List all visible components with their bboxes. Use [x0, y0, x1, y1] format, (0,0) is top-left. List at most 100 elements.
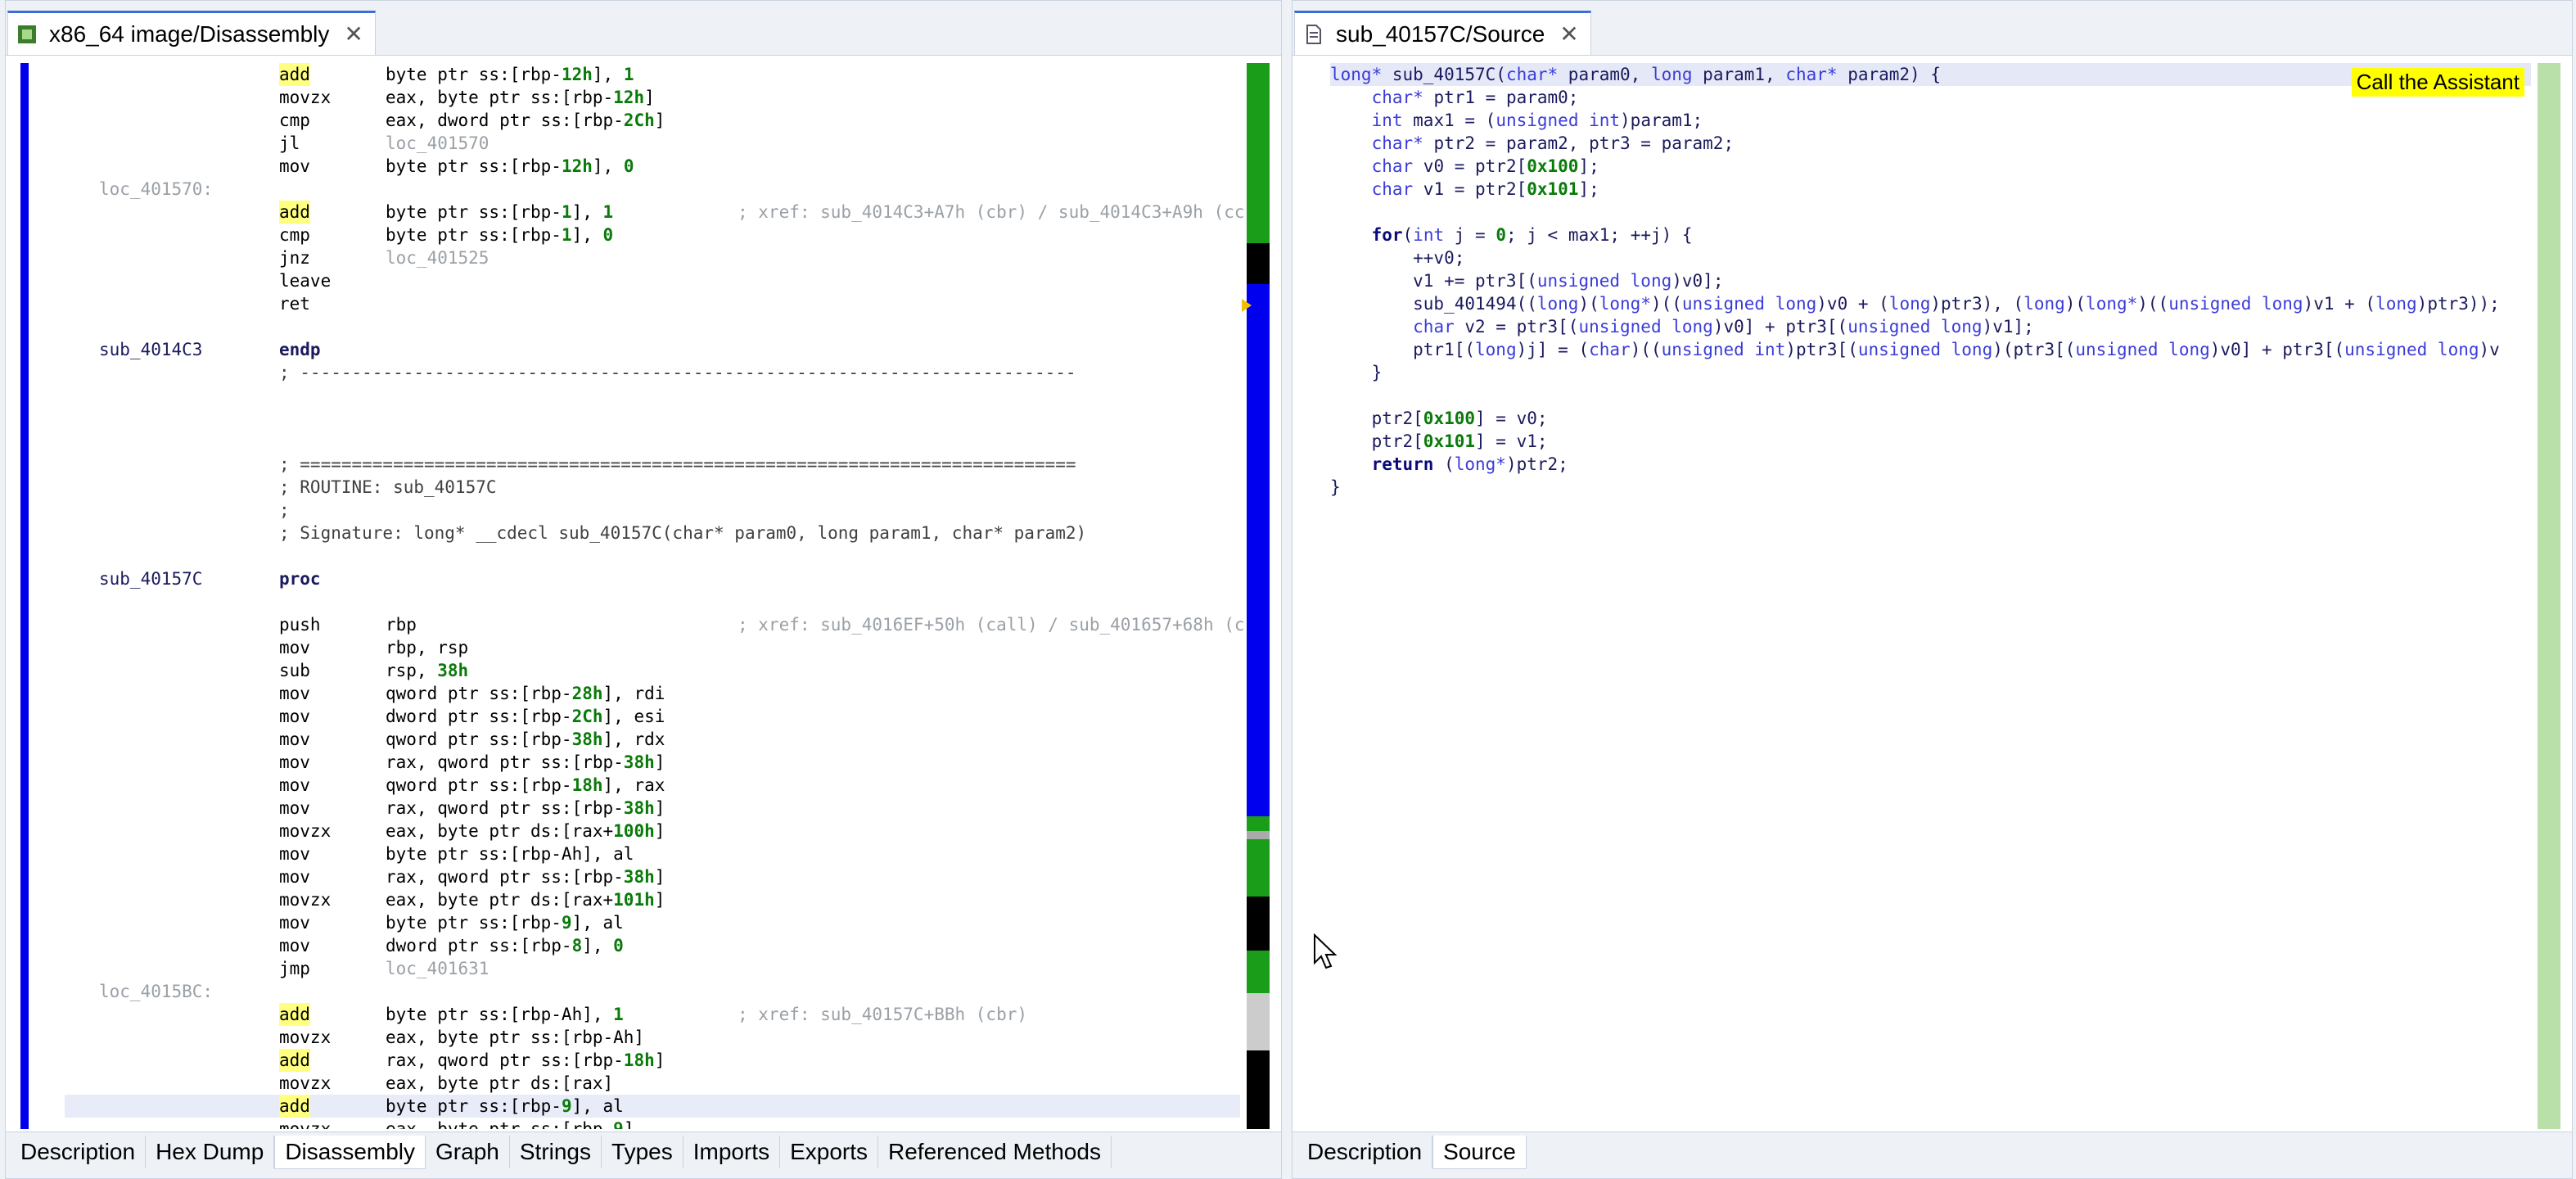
source-line[interactable]: char v0 = ptr2[0x100]; — [1330, 155, 1599, 178]
tab-description[interactable]: Description — [11, 1136, 147, 1168]
disassembly-line[interactable]: mov rax, qword ptr ss:[rbp-38h] — [65, 865, 1240, 888]
tab-description[interactable]: Description — [1297, 1136, 1433, 1168]
comment-text: ; ======================================… — [279, 454, 1076, 474]
mnemonic: leave — [279, 271, 332, 291]
xref-comment: ; xref: sub_40157C+BBh (cbr) — [738, 1005, 1028, 1024]
disassembly-line[interactable]: cmp eax, dword ptr ss:[rbp-2Ch] — [65, 109, 1240, 132]
disassembly-line[interactable]: mov byte ptr ss:[rbp-12h], 0 — [65, 155, 1240, 178]
disassembly-line[interactable]: cmp byte ptr ss:[rbp-1], 0 — [65, 224, 1240, 246]
mnemonic: mov — [279, 156, 310, 176]
disassembly-line[interactable]: movzx eax, byte ptr ss:[rbp-9] — [65, 1118, 1240, 1129]
tab-source[interactable]: Source — [1432, 1136, 1527, 1169]
close-icon[interactable]: ✕ — [344, 20, 363, 47]
source-line[interactable]: } — [1330, 361, 1383, 384]
disassembly-line[interactable]: mov rax, qword ptr ss:[rbp-38h] — [65, 797, 1240, 820]
tab-disassembly-document[interactable]: x86_64 image/Disassembly ✕ — [7, 11, 376, 55]
source-line[interactable]: ptr2[0x100] = v0; — [1330, 407, 1548, 430]
disassembly-line[interactable]: sub rsp, 38h — [65, 659, 1240, 682]
source-line[interactable]: ++v0; — [1330, 246, 1464, 269]
source-view[interactable]: long* sub_40157C(char* param0, long para… — [1301, 63, 2564, 1129]
close-icon[interactable]: ✕ — [1559, 20, 1578, 47]
disassembly-line[interactable]: mov qword ptr ss:[rbp-28h], rdi — [65, 682, 1240, 705]
disassembly-line[interactable]: add byte ptr ss:[rbp-9], al — [65, 1095, 1240, 1118]
disassembly-line[interactable]: mov dword ptr ss:[rbp-2Ch], esi — [65, 705, 1240, 728]
source-overview-ruler[interactable] — [2538, 63, 2560, 1129]
tab-graph[interactable]: Graph — [426, 1136, 510, 1168]
mnemonic: movzx — [279, 890, 332, 910]
disassembly-line[interactable] — [65, 590, 1240, 613]
mnemonic: add — [279, 1003, 310, 1026]
disassembly-line[interactable]: jnz loc_401525 — [65, 246, 1240, 269]
disassembly-line[interactable]: add byte ptr ss:[rbp-Ah], 1 ; xref: sub_40… — [65, 1003, 1240, 1026]
tab-disassembly[interactable]: Disassembly — [274, 1136, 426, 1169]
tab-hex-dump[interactable]: Hex Dump — [146, 1136, 275, 1168]
disassembly-line[interactable]: add byte ptr ss:[rbp-1], 1 ; xref: sub_401… — [65, 201, 1245, 224]
disassembly-line[interactable] — [65, 315, 1240, 338]
disassembly-line[interactable]: push rbp ; xref: sub_4016EF+50h (call) / s… — [65, 613, 1245, 636]
disassembly-line[interactable]: movzx eax, byte ptr ds:[rax+101h] — [65, 888, 1240, 911]
source-line[interactable]: char* ptr2 = param2, ptr3 = param2; — [1330, 132, 1735, 155]
tab-types[interactable]: Types — [602, 1136, 683, 1168]
tab-source-document[interactable]: sub_40157C/Source ✕ — [1294, 11, 1591, 55]
source-line[interactable]: sub_401494((long)(long*)((unsigned long)… — [1330, 292, 2500, 315]
source-line[interactable]: ptr2[0x101] = v1; — [1330, 430, 1548, 453]
disassembly-line[interactable]: movzx eax, byte ptr ss:[rbp-Ah] — [65, 1026, 1240, 1049]
disassembly-view[interactable]: add byte ptr ss:[rbp-12h], 1 movzx eax, byt… — [12, 63, 1273, 1129]
tab-exports[interactable]: Exports — [780, 1136, 879, 1168]
disassembly-line[interactable]: mov qword ptr ss:[rbp-18h], rax — [65, 774, 1240, 797]
disassembly-line[interactable]: ; — [65, 499, 1240, 522]
disassembly-line[interactable]: loc_401570: — [65, 178, 1240, 201]
mnemonic: movzx — [279, 1119, 332, 1129]
source-line[interactable]: char* ptr1 = param0; — [1330, 86, 1579, 109]
address-label[interactable]: sub_40157C — [99, 567, 202, 590]
operands: eax, byte ptr ss:[rbp-9] — [386, 1119, 634, 1129]
disassembly-line[interactable]: movzx eax, byte ptr ds:[rax] — [65, 1072, 1240, 1095]
disassembly-line[interactable]: ; --------------------------------------… — [65, 361, 1240, 384]
call-assistant-button[interactable]: Call the Assistant — [2351, 68, 2524, 97]
disassembly-line[interactable]: mov byte ptr ss:[rbp-Ah], al — [65, 842, 1240, 865]
disassembly-line[interactable]: movzx eax, byte ptr ds:[rax+100h] — [65, 820, 1240, 842]
tab-imports[interactable]: Imports — [683, 1136, 781, 1168]
disassembly-line[interactable]: jl loc_401570 — [65, 132, 1240, 155]
disassembly-line[interactable]: mov byte ptr ss:[rbp-9], al — [65, 911, 1240, 934]
disassembly-line[interactable]: leave — [65, 269, 1240, 292]
disassembly-line[interactable]: ; ROUTINE: sub_40157C — [65, 476, 1240, 499]
source-line[interactable]: v1 += ptr3[(unsigned long)v0]; — [1330, 269, 1723, 292]
disassembly-line[interactable]: sub_40157C proc — [65, 567, 1240, 590]
mnemonic: sub — [279, 661, 310, 680]
disassembly-line[interactable]: mov dword ptr ss:[rbp-8], 0 — [65, 934, 1240, 957]
disassembly-line[interactable]: mov rax, qword ptr ss:[rbp-38h] — [65, 751, 1240, 774]
scroll-thumb-indicator[interactable] — [1242, 299, 1252, 312]
disassembly-line[interactable]: ; Signature: long* __cdecl sub_40157C(ch… — [65, 522, 1240, 544]
disassembly-line[interactable] — [65, 384, 1240, 407]
disassembly-line[interactable]: loc_4015BC: — [65, 980, 1240, 1003]
operands: qword ptr ss:[rbp-28h], rdi — [386, 684, 665, 703]
address-label[interactable]: loc_401570: — [99, 178, 213, 201]
source-line[interactable]: int max1 = (unsigned int)param1; — [1330, 109, 1703, 132]
source-line[interactable]: char v1 = ptr2[0x101]; — [1330, 178, 1599, 201]
source-line[interactable]: return (long*)ptr2; — [1330, 453, 1568, 476]
overview-ruler[interactable] — [1242, 63, 1270, 1129]
disassembly-line[interactable]: add rax, qword ptr ss:[rbp-18h] — [65, 1049, 1240, 1072]
source-line[interactable]: for(int j = 0; j < max1; ++j) { — [1330, 224, 1693, 246]
disassembly-line[interactable]: mov qword ptr ss:[rbp-38h], rdx — [65, 728, 1240, 751]
tab-strings[interactable]: Strings — [509, 1136, 602, 1168]
disassembly-line[interactable]: sub_4014C3 endp — [65, 338, 1240, 361]
address-label[interactable]: loc_4015BC: — [99, 980, 213, 1003]
source-line[interactable]: char v2 = ptr3[(unsigned long)v0] + ptr3… — [1330, 315, 2034, 338]
disassembly-line[interactable]: add byte ptr ss:[rbp-12h], 1 — [65, 63, 1240, 86]
disassembly-line[interactable]: jmp loc_401631 — [65, 957, 1240, 980]
source-line[interactable]: } — [1330, 476, 1341, 499]
disassembly-line[interactable] — [65, 544, 1240, 567]
disassembly-line[interactable]: ; ======================================… — [65, 453, 1240, 476]
disassembly-line[interactable]: mov rbp, rsp — [65, 636, 1240, 659]
source-line[interactable]: ptr1[(long)j] = (char)((unsigned int)ptr… — [1330, 338, 2500, 361]
mnemonic: mov — [279, 867, 310, 887]
tab-referenced-methods[interactable]: Referenced Methods — [878, 1136, 1112, 1168]
operands: eax, dword ptr ss:[rbp-2Ch] — [386, 111, 665, 130]
disassembly-line[interactable] — [65, 430, 1240, 453]
disassembly-line[interactable] — [65, 407, 1240, 430]
disassembly-line[interactable]: ret — [65, 292, 1240, 315]
disassembly-line[interactable]: movzx eax, byte ptr ss:[rbp-12h] — [65, 86, 1240, 109]
address-label[interactable]: sub_4014C3 — [99, 338, 202, 361]
